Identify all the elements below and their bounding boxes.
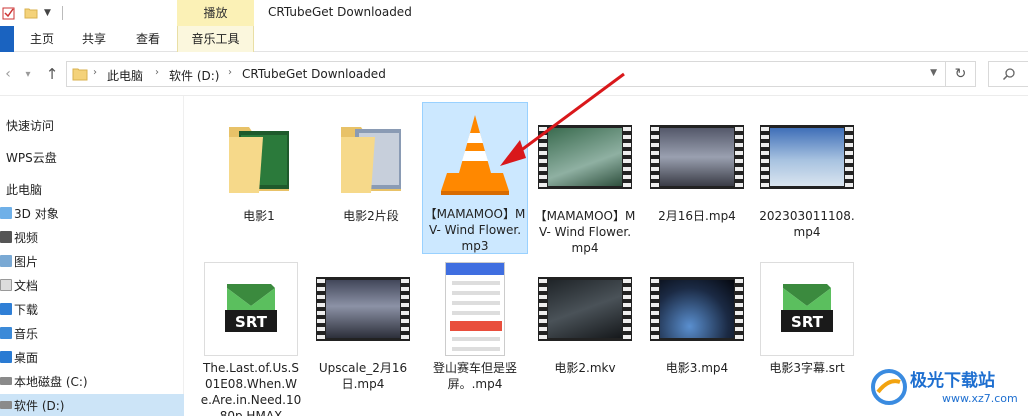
recent-dropdown-icon[interactable]: ▾	[22, 65, 34, 83]
video-thumbnail	[538, 110, 632, 204]
tab-home[interactable]: 主页	[26, 26, 58, 52]
file-name: 电影2.mkv	[554, 361, 616, 375]
properties-icon[interactable]	[2, 4, 16, 22]
sidebar-item-label: 文档	[14, 278, 39, 293]
file-name: 登山赛车但是竖屏。.mp4	[432, 361, 517, 391]
music-icon	[0, 327, 12, 339]
sidebar-item-videos[interactable]: 视频	[0, 226, 184, 248]
video-thumbnail	[538, 262, 632, 356]
up-arrow-icon[interactable]: ↑	[44, 65, 60, 83]
watermark-text: 极光下载站	[910, 371, 995, 391]
play-context-tab[interactable]: 播放	[177, 0, 254, 26]
folder-thumbnail	[324, 110, 418, 204]
title-separator	[62, 6, 63, 20]
quick-access-dropdown-icon[interactable]: ▼	[44, 4, 56, 22]
srt-label: SRT	[791, 313, 824, 331]
tab-view[interactable]: 查看	[132, 26, 164, 52]
sidebar-item-drive-d[interactable]: 软件 (D:)	[0, 394, 184, 416]
sidebar-item-wps-cloud[interactable]: WPS云盘	[0, 146, 184, 168]
navigation-bar: ‹ ▾ ↑ › 此电脑 › 软件 (D:) › CRTubeGet Downlo…	[0, 52, 1028, 96]
sidebar-item-this-pc[interactable]: 此电脑	[0, 178, 184, 200]
folder-thumbnail	[212, 110, 306, 204]
file-name: 电影2片段	[343, 209, 399, 223]
sidebar-item-music[interactable]: 音乐	[0, 322, 184, 344]
desktop-icon	[0, 351, 12, 363]
sidebar-item-label: 此电脑	[6, 182, 43, 197]
address-dropdown-icon[interactable]: ▼	[930, 68, 937, 78]
folder-icon	[72, 67, 88, 81]
breadcrumb-chevron-icon[interactable]: ›	[93, 67, 97, 78]
address-bar[interactable]: › 此电脑 › 软件 (D:) › CRTubeGet Downloaded ▼	[66, 61, 946, 87]
sidebar-item-label: 音乐	[14, 326, 39, 341]
breadcrumb-drive-d[interactable]: 软件 (D:)	[169, 67, 219, 84]
sidebar-item-label: 图片	[14, 254, 39, 269]
vlc-cone-icon	[428, 108, 522, 202]
tab-share[interactable]: 共享	[78, 26, 110, 52]
sidebar-item-quick-access[interactable]: 快速访问	[0, 114, 184, 136]
video-icon	[0, 231, 12, 243]
window-title: CRTubeGet Downloaded	[268, 5, 412, 19]
breadcrumb-current-folder[interactable]: CRTubeGet Downloaded	[242, 67, 386, 81]
download-icon	[0, 303, 12, 315]
sidebar-item-label: 下载	[14, 302, 39, 317]
srt-file-thumbnail: SRT	[204, 262, 298, 356]
file-name: Upscale_2月16日.mp4	[318, 361, 408, 391]
breadcrumb-chevron-icon[interactable]: ›	[155, 67, 159, 78]
back-arrow-icon[interactable]: ‹	[2, 65, 14, 83]
ribbon-tabs: 主页 共享 查看 音乐工具	[0, 26, 1028, 52]
sidebar-item-label: 视频	[14, 230, 39, 245]
sidebar-item-label: 3D 对象	[14, 206, 59, 221]
video-thumbnail	[650, 262, 744, 356]
srt-label: SRT	[235, 313, 268, 331]
sidebar-item-label: 软件 (D:)	[14, 398, 65, 413]
file-name: 2月16日.mp4	[658, 209, 736, 223]
search-icon	[1002, 68, 1015, 81]
new-folder-icon[interactable]	[24, 4, 38, 22]
video-thumbnail	[650, 110, 744, 204]
file-name: 202303011108.mp4	[759, 209, 855, 239]
file-name: 【MAMAMOO】MV- Wind Flower.mp4	[534, 209, 636, 255]
title-bar: ▼ 播放 CRTubeGet Downloaded	[0, 0, 1028, 26]
drive-icon	[0, 377, 12, 385]
cube-icon	[0, 207, 12, 219]
file-tab[interactable]	[0, 26, 14, 52]
sidebar-item-pictures[interactable]: 图片	[0, 250, 184, 272]
breadcrumb-chevron-icon[interactable]: ›	[228, 67, 232, 78]
file-name: 电影3.mp4	[665, 361, 729, 375]
phone-video-thumbnail	[428, 262, 522, 356]
file-name: 电影1	[243, 209, 275, 223]
sidebar-item-label: 快速访问	[6, 118, 55, 133]
sidebar-item-label: 桌面	[14, 350, 39, 365]
srt-file-thumbnail: SRT	[760, 262, 854, 356]
video-thumbnail	[316, 262, 410, 356]
video-thumbnail	[760, 110, 854, 204]
search-box[interactable]	[988, 61, 1028, 87]
sidebar-item-documents[interactable]: 文档	[0, 274, 184, 296]
tab-music-tools[interactable]: 音乐工具	[177, 26, 254, 52]
file-name: 【MAMAMOO】MV- Wind Flower.mp3	[424, 207, 526, 253]
sidebar-item-label: 本地磁盘 (C:)	[14, 374, 88, 389]
watermark: 极光下载站 www.xz7.com	[866, 360, 1028, 416]
sidebar-item-downloads[interactable]: 下载	[0, 298, 184, 320]
watermark-logo-icon	[871, 369, 907, 405]
drive-icon	[0, 401, 12, 409]
file-name: The.Last.of.Us.S01E08.When.We.Are.in.Nee…	[200, 361, 302, 416]
breadcrumb-this-pc[interactable]: 此电脑	[107, 67, 143, 84]
refresh-icon[interactable]: ↻	[946, 61, 976, 87]
navigation-pane: 快速访问 WPS云盘 此电脑 3D 对象 视频 图片 文档 下载 音乐 桌面 本…	[0, 96, 184, 416]
sidebar-item-3d-objects[interactable]: 3D 对象	[0, 202, 184, 224]
watermark-url: www.xz7.com	[942, 392, 1018, 405]
picture-icon	[0, 255, 12, 267]
sidebar-item-local-disk-c[interactable]: 本地磁盘 (C:)	[0, 370, 184, 392]
sidebar-item-desktop[interactable]: 桌面	[0, 346, 184, 368]
sidebar-item-label: WPS云盘	[6, 150, 57, 165]
file-name: 电影3字幕.srt	[769, 361, 845, 375]
document-icon	[0, 279, 12, 291]
